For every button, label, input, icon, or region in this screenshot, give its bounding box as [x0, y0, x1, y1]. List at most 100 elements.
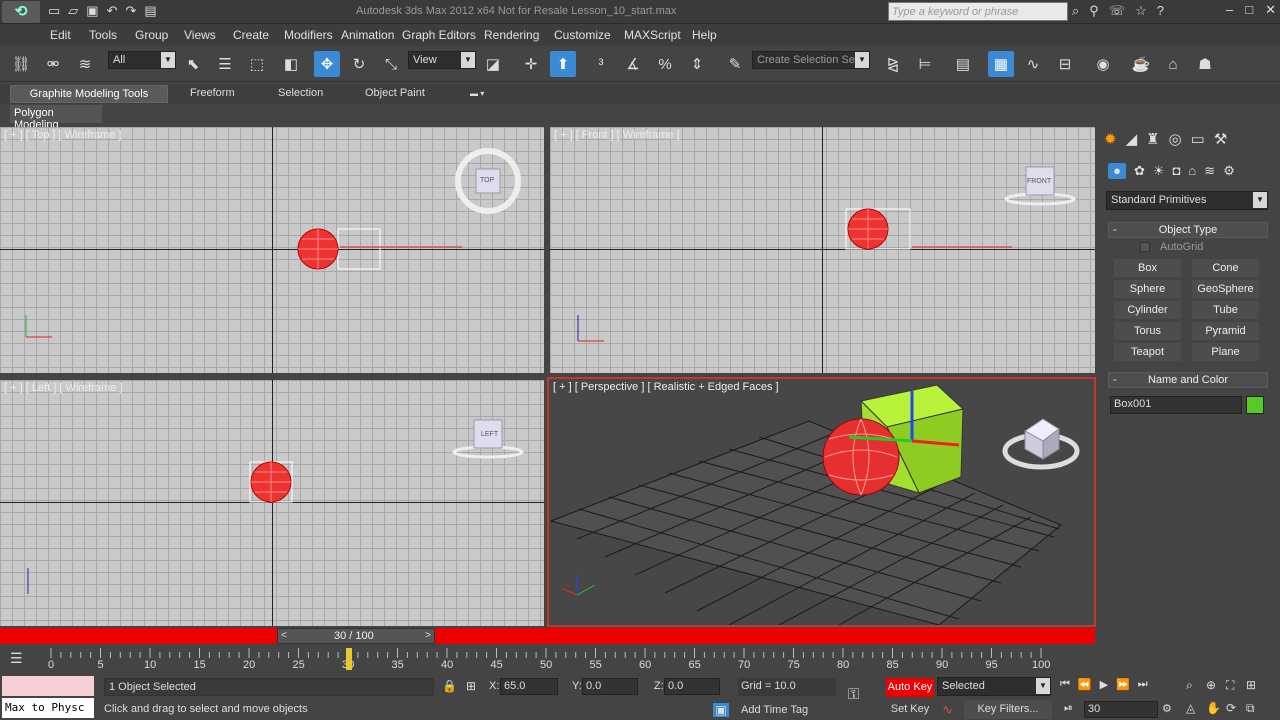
- selection-filter-dropdown[interactable]: All ▼: [108, 51, 176, 69]
- rectangular-selection-icon[interactable]: ⬚: [244, 51, 270, 77]
- ribbon-options-icon[interactable]: ▬ ▾: [470, 89, 484, 98]
- object-name-field[interactable]: Box001: [1110, 396, 1242, 414]
- cylinder-button[interactable]: Cylinder: [1114, 301, 1181, 319]
- current-frame-field[interactable]: 30: [1084, 701, 1158, 718]
- next-key-icon[interactable]: ⏩: [1116, 678, 1130, 691]
- search-field[interactable]: Type a keyword or phrase: [888, 2, 1068, 21]
- object-type-rollout[interactable]: - Object Type: [1108, 222, 1268, 238]
- undo-icon[interactable]: ↶: [107, 3, 118, 19]
- key-mode-dropdown[interactable]: Selected ▼: [937, 677, 1051, 696]
- tube-button[interactable]: Tube: [1192, 301, 1259, 319]
- teapot-button[interactable]: Teapot: [1114, 343, 1181, 361]
- communication-center-icon[interactable]: ☏: [1109, 3, 1125, 19]
- viewport-left[interactable]: [ + ] [ Left ] [ Wireframe ] LEFT: [0, 380, 544, 626]
- modify-tab-icon[interactable]: ◢: [1126, 130, 1138, 148]
- menu-graph-editors[interactable]: Graph Editors: [402, 28, 476, 42]
- key-curve-icon[interactable]: ∿: [942, 702, 953, 718]
- menu-views[interactable]: Views: [184, 28, 216, 42]
- utilities-tab-icon[interactable]: ⚒: [1214, 130, 1227, 148]
- create-tab-icon[interactable]: ✹: [1104, 130, 1117, 148]
- pan-view-icon[interactable]: ✋: [1206, 701, 1226, 716]
- tab-graphite-modeling-tools[interactable]: Graphite Modeling Tools: [10, 85, 168, 103]
- project-folder-icon[interactable]: ▤: [144, 3, 156, 19]
- menu-customize[interactable]: Customize: [554, 28, 611, 42]
- key-filters-button[interactable]: Key Filters...: [964, 700, 1052, 719]
- unlink-icon[interactable]: ⚮: [40, 51, 66, 77]
- previous-key-icon[interactable]: ⏪: [1078, 678, 1092, 691]
- hierarchy-tab-icon[interactable]: ♜: [1146, 130, 1159, 148]
- z-coordinate-field[interactable]: 0.0: [664, 678, 720, 695]
- snaps-toggle-icon[interactable]: ³: [588, 51, 614, 77]
- x-coordinate-field[interactable]: 65.0: [500, 678, 558, 695]
- select-manipulate-icon[interactable]: ✛: [518, 51, 544, 77]
- minimize-icon[interactable]: –: [1226, 2, 1233, 18]
- mirror-icon[interactable]: ⧎: [880, 51, 906, 77]
- prev-frame-icon[interactable]: <: [281, 630, 287, 641]
- spinner-snap-icon[interactable]: ⇕: [684, 51, 710, 77]
- viewport-perspective[interactable]: [ + ] [ Perspective ] [ Realistic + Edge…: [547, 377, 1096, 627]
- tab-selection[interactable]: Selection: [278, 87, 323, 99]
- cameras-icon[interactable]: ◘: [1173, 163, 1181, 179]
- maximize-icon[interactable]: □: [1245, 2, 1253, 18]
- zoom-extents-all-icon[interactable]: ⊞: [1246, 678, 1266, 693]
- y-coordinate-field[interactable]: 0.0: [582, 678, 638, 695]
- go-to-start-icon[interactable]: ⏮: [1060, 678, 1070, 691]
- select-by-name-icon[interactable]: ☰: [212, 51, 238, 77]
- tab-object-paint[interactable]: Object Paint: [365, 87, 425, 99]
- redo-icon[interactable]: ↷: [126, 3, 137, 19]
- plane-button[interactable]: Plane: [1192, 343, 1259, 361]
- torus-button[interactable]: Torus: [1114, 322, 1181, 340]
- helpers-icon[interactable]: ⌂: [1188, 163, 1196, 179]
- keyboard-shortcut-override-icon[interactable]: ⬆: [550, 51, 576, 77]
- menu-modifiers[interactable]: Modifiers: [284, 28, 333, 42]
- close-icon[interactable]: ✕: [1265, 2, 1276, 18]
- time-tag-icon[interactable]: ▣: [713, 703, 729, 717]
- key-icon[interactable]: ⚿: [848, 686, 859, 703]
- align-icon[interactable]: ⊨: [912, 51, 938, 77]
- schematic-view-icon[interactable]: ⊟: [1052, 51, 1078, 77]
- tab-freeform[interactable]: Freeform: [190, 87, 235, 99]
- menu-help[interactable]: Help: [692, 28, 717, 42]
- object-color-swatch[interactable]: [1246, 396, 1264, 414]
- named-selection-set-dropdown[interactable]: Create Selection Se ▼: [752, 51, 870, 69]
- render-setup-icon[interactable]: ☕: [1128, 51, 1154, 77]
- systems-icon[interactable]: ⚙: [1223, 163, 1235, 179]
- reference-coordinate-dropdown[interactable]: View ▼: [408, 51, 476, 69]
- render-production-icon[interactable]: ☗: [1192, 51, 1218, 77]
- name-and-color-rollout[interactable]: - Name and Color: [1108, 372, 1268, 388]
- next-frame-icon[interactable]: >: [425, 630, 431, 641]
- tab-polygon-modeling[interactable]: Polygon Modeling: [10, 105, 102, 131]
- viewport-top[interactable]: [ + ] [ Top ] [ Wireframe ] TOP: [0, 127, 544, 373]
- sphere-object[interactable]: [822, 418, 900, 496]
- object-category-dropdown[interactable]: Standard Primitives ▼: [1106, 191, 1268, 210]
- rendered-frame-icon[interactable]: ⌂: [1160, 51, 1186, 77]
- pyramid-button[interactable]: Pyramid: [1192, 322, 1259, 340]
- save-icon[interactable]: ▣: [86, 3, 98, 19]
- maximize-viewport-icon[interactable]: ⧉: [1246, 701, 1266, 716]
- select-object-icon[interactable]: ⬉: [180, 51, 206, 77]
- time-config-icon[interactable]: ⚙: [1162, 702, 1172, 715]
- set-key-button[interactable]: Set Key: [886, 700, 934, 719]
- time-slider-thumb[interactable]: < 30 / 100 >: [277, 628, 435, 644]
- autogrid-checkbox[interactable]: [1140, 242, 1150, 252]
- orbit-icon[interactable]: ⟳: [1226, 701, 1246, 716]
- menu-animation[interactable]: Animation: [341, 28, 394, 42]
- bind-space-warp-icon[interactable]: ≋: [72, 51, 98, 77]
- box-button[interactable]: Box: [1114, 259, 1181, 277]
- space-warps-icon[interactable]: ≋: [1204, 163, 1215, 179]
- menu-rendering[interactable]: Rendering: [484, 28, 539, 42]
- field-of-view-icon[interactable]: ◬: [1186, 701, 1206, 716]
- layer-manager-icon[interactable]: ▤: [950, 51, 976, 77]
- edit-named-selection-icon[interactable]: ✎: [722, 51, 748, 77]
- display-tab-icon[interactable]: ▭: [1191, 130, 1205, 148]
- select-and-rotate-icon[interactable]: ↻: [346, 51, 372, 77]
- menu-create[interactable]: Create: [233, 28, 269, 42]
- graphite-ribbon-icon[interactable]: ▦: [988, 51, 1014, 77]
- menu-edit[interactable]: Edit: [50, 28, 71, 42]
- window-crossing-icon[interactable]: ◧: [278, 51, 304, 77]
- menu-group[interactable]: Group: [135, 28, 168, 42]
- help-icon[interactable]: ?: [1157, 3, 1164, 19]
- binoculars-icon[interactable]: ⌕: [1072, 3, 1079, 19]
- curve-editor-icon[interactable]: ∿: [1020, 51, 1046, 77]
- pivot-center-icon[interactable]: ◪: [480, 51, 506, 77]
